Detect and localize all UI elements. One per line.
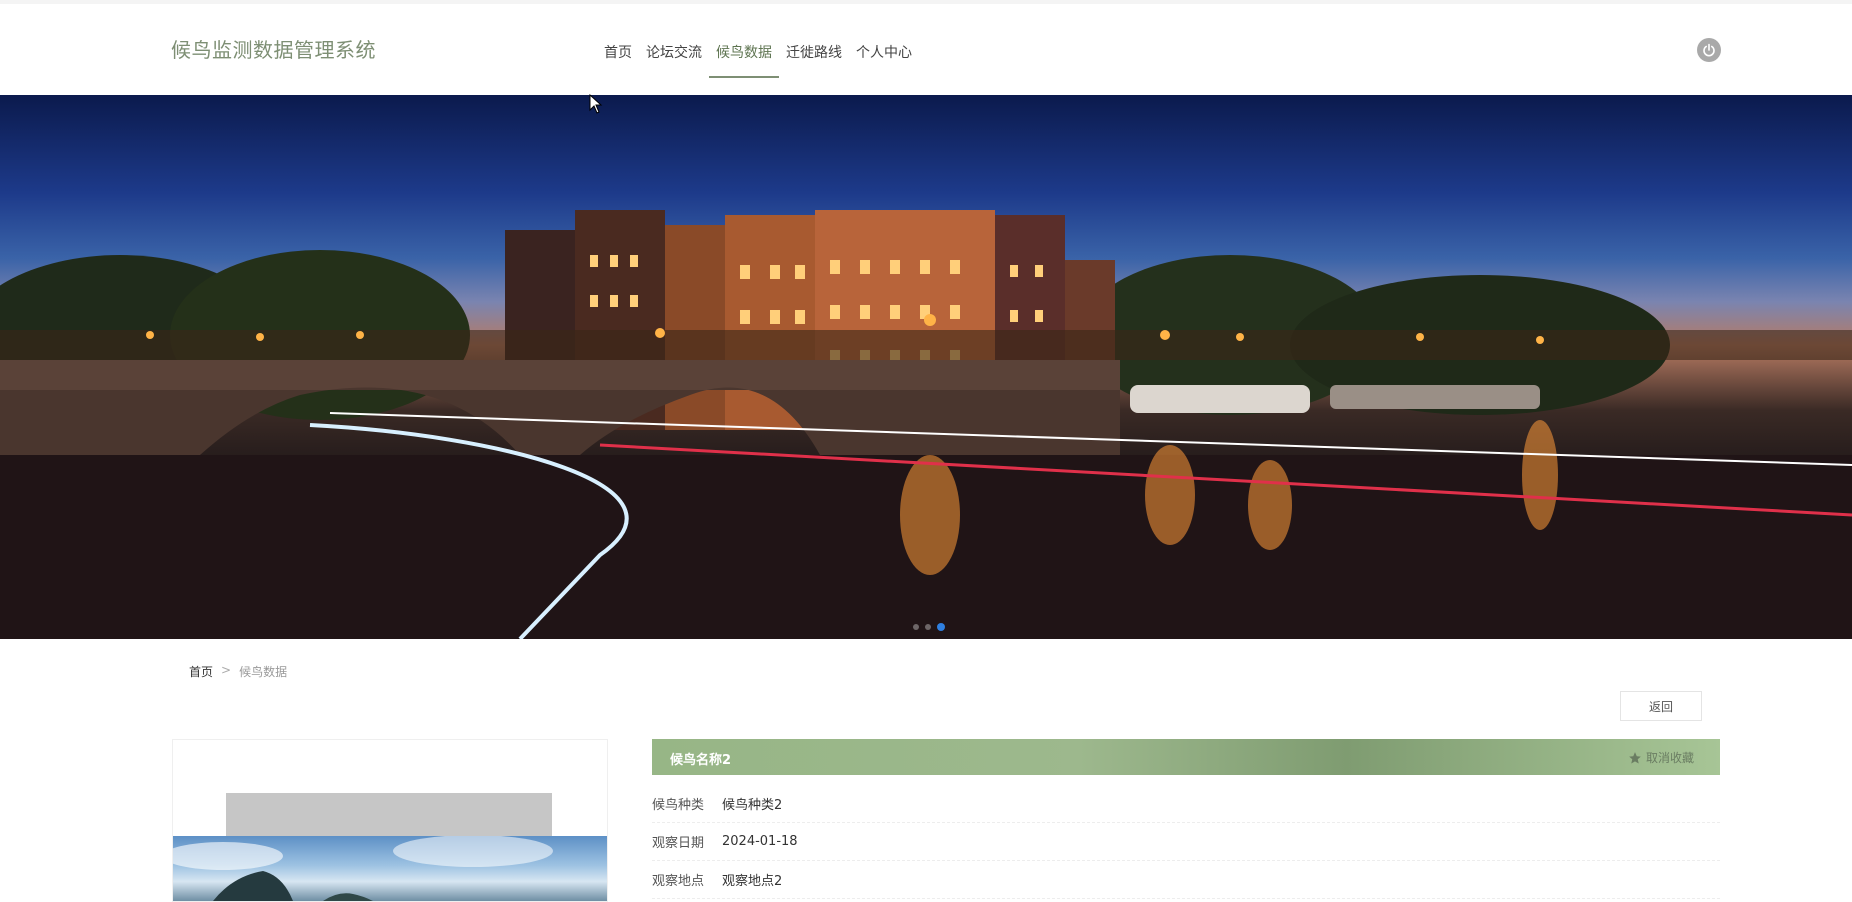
banner-carousel[interactable] (0, 95, 1852, 639)
nav-item-bird-data[interactable]: 候鸟数据 (709, 32, 779, 78)
breadcrumb: 首页 > 候鸟数据 (189, 663, 287, 680)
nav-item-forum[interactable]: 论坛交流 (639, 32, 709, 76)
info-value: 候鸟种类2 (722, 797, 783, 813)
carousel-dot[interactable] (925, 624, 931, 630)
nav-item-home[interactable]: 首页 (597, 32, 639, 76)
info-value: 2024-01-18 (722, 833, 798, 849)
carousel-dot[interactable] (913, 624, 919, 630)
power-icon (1703, 43, 1715, 57)
banner-image (0, 210, 1852, 639)
bird-name: 候鸟名称2 (670, 753, 732, 768)
info-row-species: 候鸟种类 候鸟种类2 (652, 784, 1720, 823)
unfavorite-label: 取消收藏 (1645, 751, 1694, 765)
detail-header: 候鸟名称2 取消收藏 (652, 739, 1720, 775)
info-value: 观察地点2 (722, 873, 783, 889)
info-label: 观察地点 (652, 873, 705, 889)
main-nav: 首页 论坛交流 候鸟数据 迁徙路线 个人中心 (597, 32, 919, 78)
photo-landscape (173, 835, 553, 901)
logout-button[interactable] (1697, 38, 1721, 62)
site-title[interactable]: 候鸟监测数据管理系统 (171, 34, 376, 63)
breadcrumb-separator: > (221, 663, 232, 677)
bird-photo-card (172, 739, 608, 902)
nav-item-migration-route[interactable]: 迁徙路线 (779, 32, 849, 76)
star-icon (1629, 751, 1641, 764)
breadcrumb-current: 候鸟数据 (239, 665, 288, 679)
breadcrumb-home[interactable]: 首页 (189, 663, 213, 680)
info-label: 候鸟种类 (652, 797, 705, 813)
info-row-date: 观察日期 2024-01-18 (652, 822, 1720, 861)
info-label: 观察日期 (652, 835, 705, 851)
carousel-dot-active[interactable] (937, 623, 945, 631)
nav-item-personal-center[interactable]: 个人中心 (849, 32, 919, 76)
site-header: 候鸟监测数据管理系统 首页 论坛交流 候鸟数据 迁徙路线 个人中心 (0, 4, 1852, 94)
back-button[interactable]: 返回 (1620, 691, 1702, 721)
bird-photo (173, 835, 607, 901)
mouse-cursor (589, 94, 603, 114)
info-row-location: 观察地点 观察地点2 (652, 860, 1720, 899)
unfavorite-button[interactable]: 取消收藏 (1628, 749, 1694, 766)
carousel-indicators (913, 623, 945, 631)
